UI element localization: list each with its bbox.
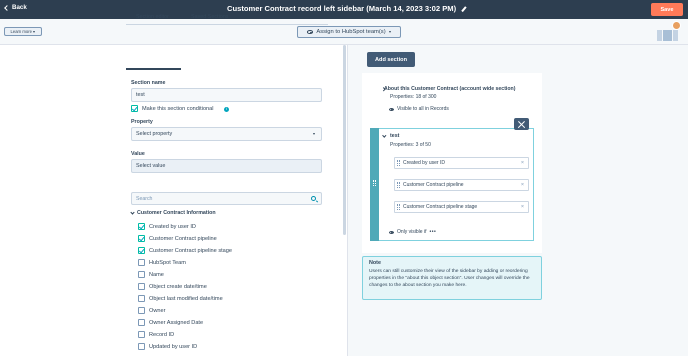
chevron-left-icon — [4, 4, 10, 11]
section-property-row[interactable]: Customer Contract pipeline stage × — [394, 201, 529, 213]
preview-block — [663, 30, 672, 41]
property-checkbox[interactable] — [138, 223, 145, 230]
value-select[interactable]: Select value — [131, 159, 322, 173]
info-icon[interactable]: i — [224, 107, 229, 112]
property-checkbox[interactable] — [138, 307, 145, 314]
section-visibility-text: Only visible if — [397, 229, 427, 235]
remove-icon[interactable]: × — [521, 182, 524, 188]
section-name-label: Section name — [131, 80, 166, 86]
property-checkbox[interactable] — [138, 295, 145, 302]
remove-icon[interactable]: × — [521, 204, 524, 210]
caret-down-icon — [388, 31, 391, 33]
avatar[interactable] — [672, 21, 681, 30]
note-title: Note — [369, 260, 381, 266]
conditional-label: Make this section conditional — [142, 106, 214, 112]
property-label: Object last modified date/time — [149, 296, 223, 302]
property-group-header[interactable]: Customer Contract Information — [130, 210, 216, 216]
search-placeholder: Search — [136, 195, 153, 202]
back-button[interactable]: Back — [4, 4, 27, 11]
caret-down-icon — [33, 30, 36, 33]
remove-icon[interactable]: × — [521, 160, 524, 166]
eye-icon — [389, 107, 394, 111]
property-checkbox[interactable] — [138, 235, 145, 242]
property-label: Object create date/time — [149, 284, 207, 290]
property-checkbox[interactable] — [138, 259, 145, 266]
caret-down-icon — [313, 133, 315, 135]
preview-block — [673, 30, 678, 41]
chevron-down-icon — [130, 210, 135, 215]
about-section-title: About this Customer Contract (account wi… — [384, 86, 516, 92]
tab-saved-sections[interactable]: Saved Sections — [191, 14, 228, 20]
property-label: Property — [131, 119, 153, 125]
section-property-label: Customer Contract pipeline — [403, 182, 464, 188]
editor-tabs: Section editor Saved Sections — [126, 10, 328, 25]
property-select-value: Select property — [136, 131, 173, 137]
about-section-properties: Properties: 18 of 300 — [390, 94, 437, 100]
drag-grip-icon[interactable] — [397, 160, 400, 166]
drag-grip-icon[interactable] — [397, 204, 400, 210]
property-label: Record ID — [149, 332, 175, 338]
property-search-input[interactable]: Search — [131, 192, 322, 205]
property-checkbox[interactable] — [138, 271, 145, 278]
search-icon[interactable] — [311, 196, 316, 201]
close-icon[interactable] — [514, 118, 529, 130]
conditional-checkbox[interactable] — [131, 105, 138, 112]
active-tab-indicator — [126, 68, 181, 70]
more-options-icon[interactable]: ••• — [429, 229, 436, 235]
tab-section-editor[interactable]: Section editor — [136, 14, 169, 20]
section-name-input[interactable]: test — [131, 88, 322, 102]
assign-teams-button[interactable]: Assign to HubSpot team(s) — [297, 26, 401, 38]
property-label: Updated by user ID — [149, 344, 198, 350]
preview-block — [657, 30, 662, 41]
property-label: Created by user ID — [149, 224, 196, 230]
property-label: Owner Assigned Date — [149, 320, 204, 326]
eye-icon — [389, 230, 394, 234]
panel-scrollbar[interactable] — [343, 45, 346, 235]
top-bar: Back Customer Contract record left sideb… — [0, 0, 688, 19]
property-checkbox[interactable] — [138, 343, 145, 350]
drag-grip-icon — [373, 180, 376, 186]
add-section-button[interactable]: Add section — [367, 52, 415, 67]
about-section-visibility: Visible to all in Records — [389, 106, 449, 112]
property-checkbox[interactable] — [138, 331, 145, 338]
sub-bar: Learn more Assign to HubSpot team(s) — [0, 19, 688, 45]
about-visibility-text: Visible to all in Records — [397, 106, 449, 112]
eye-icon — [307, 30, 314, 34]
learn-more-button[interactable]: Learn more — [4, 27, 42, 36]
section-property-label: Customer Contract pipeline stage — [403, 204, 478, 210]
custom-section-properties: Properties: 3 of 50 — [390, 142, 431, 148]
edit-pencil-icon[interactable] — [461, 6, 467, 12]
property-label: Customer Contract pipeline stage — [149, 248, 233, 254]
property-checkbox[interactable] — [138, 283, 145, 290]
section-property-row[interactable]: Created by user ID × — [394, 157, 529, 169]
property-group-title: Customer Contract Information — [137, 210, 216, 216]
note-text: Users can still customize their view of … — [369, 269, 530, 289]
property-checkbox[interactable] — [138, 319, 145, 326]
property-label: HubSpot Team — [149, 260, 186, 266]
drag-grip-icon[interactable] — [397, 182, 400, 188]
property-label: Owner — [149, 308, 166, 314]
property-label: Customer Contract pipeline — [149, 236, 217, 242]
property-label: Name — [149, 272, 164, 278]
property-checkbox[interactable] — [138, 247, 145, 254]
section-visibility: Only visible if ••• — [389, 229, 436, 235]
value-label: Value — [131, 151, 145, 157]
section-property-row[interactable]: Customer Contract pipeline × — [394, 179, 529, 191]
assign-teams-label: Assign to HubSpot team(s) — [316, 29, 386, 35]
learn-more-label: Learn more — [10, 29, 32, 34]
property-select[interactable]: Select property — [131, 127, 322, 141]
section-property-label: Created by user ID — [403, 160, 445, 166]
save-button[interactable]: Save — [651, 3, 683, 16]
custom-section-title: test — [390, 133, 400, 139]
back-label: Back — [12, 4, 27, 11]
